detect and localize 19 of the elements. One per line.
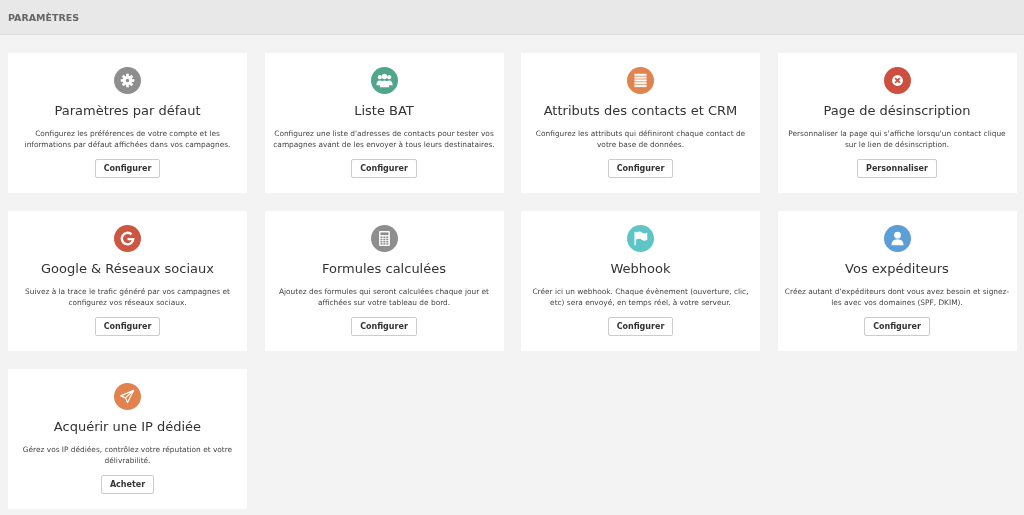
- card-title: Webhook: [610, 261, 671, 276]
- configure-button[interactable]: Configurer: [94, 317, 161, 336]
- card-title: Vos expéditeurs: [845, 261, 949, 276]
- configure-button[interactable]: Configurer: [351, 317, 417, 336]
- configure-button[interactable]: Configurer: [864, 317, 930, 336]
- card-title: Formules calculées: [322, 261, 446, 276]
- configure-button[interactable]: Personnaliser: [857, 159, 937, 178]
- card-title: Paramètres par défaut: [54, 103, 201, 118]
- configure-button[interactable]: Configurer: [607, 159, 674, 178]
- card-title: Liste BAT: [354, 103, 414, 118]
- configure-button[interactable]: Configurer: [351, 159, 417, 178]
- card-title: Acquérir une IP dédiée: [53, 419, 202, 434]
- configure-button[interactable]: Acheter: [100, 475, 155, 494]
- card-title: Attributs des contacts et CRM: [543, 103, 738, 118]
- configure-button[interactable]: Configurer: [607, 317, 674, 336]
- page-title: PARAMÈTRES: [8, 11, 80, 23]
- configure-button[interactable]: Configurer: [94, 159, 161, 178]
- card-title: Google & Réseaux sociaux: [41, 261, 214, 276]
- card-title: Page de désinscription: [823, 103, 971, 118]
